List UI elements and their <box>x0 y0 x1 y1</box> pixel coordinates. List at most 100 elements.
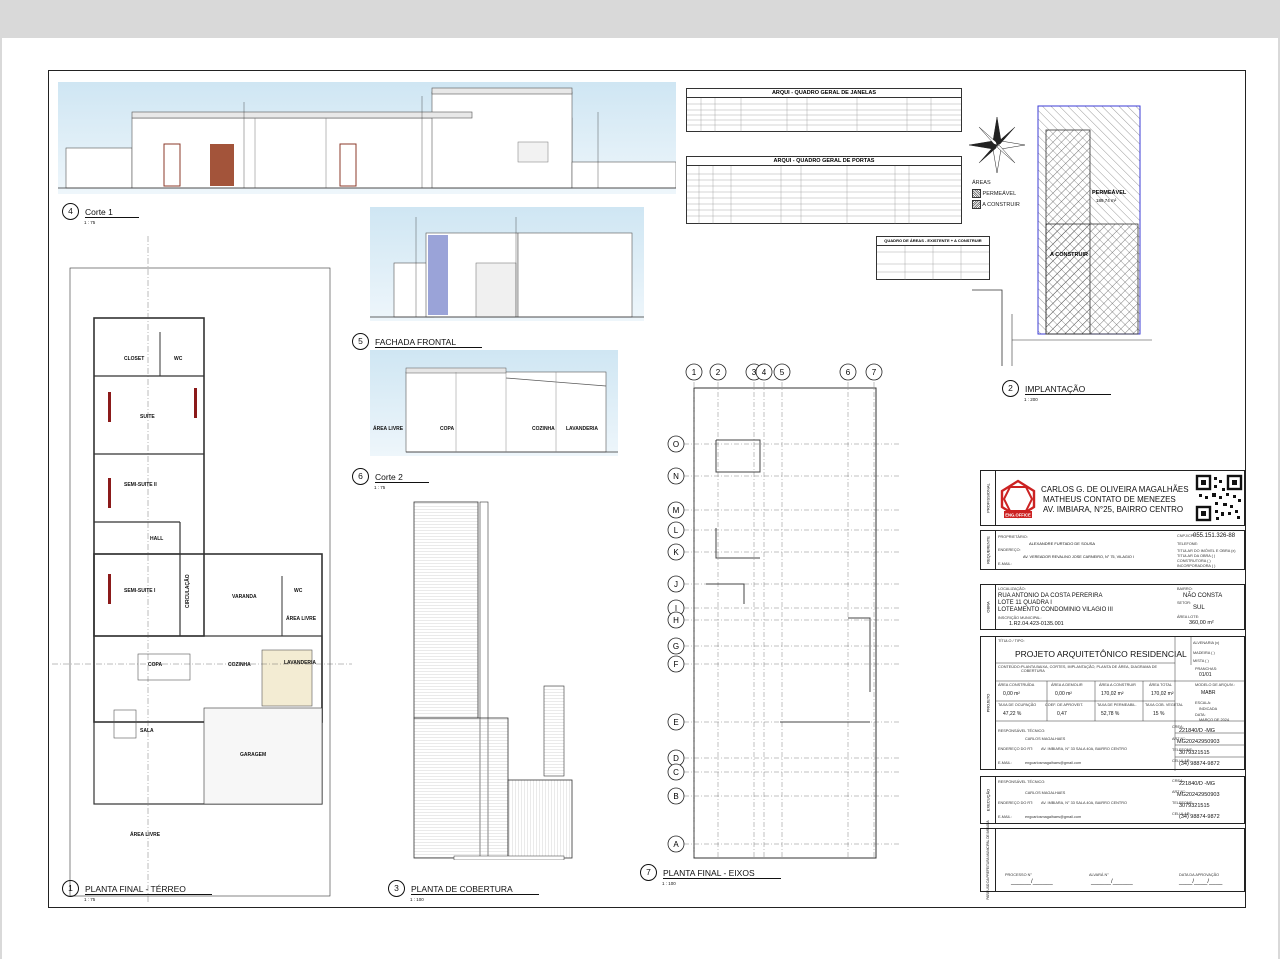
axis-row-label: C <box>673 768 679 777</box>
setor-label: SETOR: <box>1177 601 1192 605</box>
exec-endereco-value: AV. IMBIARA, N° 33 SALA 40A, BAIRRO CENT… <box>1041 801 1127 805</box>
corte-1-section <box>58 82 676 194</box>
exec-endereco-label: ENDEREÇO DO RT: <box>998 801 1033 805</box>
processo-blank: ______/______ <box>1011 879 1053 885</box>
planta-terreo-floorplan: CLOSET WC SUITE SEMI-SUITE II HALL SEMI-… <box>52 236 352 904</box>
axis-row-label: N <box>673 472 679 481</box>
axis-row-label: A <box>673 840 679 849</box>
exec-email-value: engcarlosmagalhaes@gmail.com <box>1025 815 1082 819</box>
axis-col-label: 2 <box>716 368 721 377</box>
titular-3: CONSTRUTORA ( ) <box>1177 559 1211 563</box>
endereco-label: ENDEREÇO: <box>998 548 1021 552</box>
axis-row-label: D <box>673 754 679 763</box>
view-name: PLANTA FINAL - EIXOS <box>663 867 781 879</box>
view-number: 2 <box>1002 380 1019 397</box>
localizacao-line-3: LOTEAMENTO CONDOMINIO VILAGIO III <box>998 607 1113 613</box>
localizacao-label: LOCALIZAÇÃO: <box>998 587 1026 591</box>
room-varanda: VARANDA <box>232 594 257 600</box>
eng-office-logo-icon: ENG.OFFICE <box>1000 479 1036 519</box>
view-scale: 1 : 100 <box>662 881 676 886</box>
alvara-blank: ______/______ <box>1091 879 1133 885</box>
implantacao-siteplan: PERMEÁVEL 189,74 m² A CONSTRUIR <box>972 105 1152 366</box>
view-scale: 1 : 75 <box>374 485 386 490</box>
room-closet: CLOSET <box>124 356 144 362</box>
axis-col-label: 1 <box>692 368 697 377</box>
view-title-eixos: 7 PLANTA FINAL - EIXOS 1 : 100 <box>640 864 781 886</box>
axis-row-label: J <box>674 580 678 589</box>
titular-4: INCORPORADORA ( ) <box>1177 564 1216 568</box>
axis-row-label: O <box>673 440 679 449</box>
bairro-value: NÃO CONSTA <box>1183 593 1223 599</box>
room-wc: WC <box>174 356 183 362</box>
corte2-label-cozinha: COZINHA <box>532 426 555 432</box>
view-title-corte-1: 4 Corte 1 1 : 75 <box>62 203 139 225</box>
view-title-cobertura: 3 PLANTA DE COBERTURA 1 : 100 <box>388 880 539 902</box>
axis-row-label: K <box>673 548 679 557</box>
axis-row-label: E <box>673 718 678 727</box>
room-lavanderia: LAVANDERIA <box>284 660 316 666</box>
view-scale: 1 : 75 <box>84 897 96 902</box>
cpf-value: 055.151.326-88 <box>1193 533 1236 539</box>
room-area-livre-2: ÁREA LIVRE <box>130 831 161 838</box>
view-scale: 1 : 200 <box>1024 397 1038 402</box>
telefone-label: TELEFONE: <box>1177 542 1199 546</box>
corte2-label-arealivre: ÁREA LIVRE <box>373 425 404 432</box>
axis-row-label: M <box>673 506 680 515</box>
area-lote-label: ÁREA LOTE: <box>1177 615 1200 619</box>
bairro-label: BAIRRO: <box>1177 587 1193 591</box>
view-name: PLANTA DE COBERTURA <box>411 883 539 895</box>
room-area-livre: ÁREA LIVRE <box>286 615 317 622</box>
proprietario-label: PROPRIETÁRIO: <box>998 535 1028 539</box>
axis-row-label: L <box>674 526 679 535</box>
logo-text: ENG.OFFICE <box>1005 513 1031 518</box>
room-semisuite-1: SEMI-SUITE I <box>124 588 156 594</box>
aprovacao-blank: ____/____/____ <box>1179 879 1223 885</box>
axis-row-label: F <box>674 660 679 669</box>
inscricao-value: 1.R2.04.423-0135.001 <box>1009 621 1064 627</box>
titular-1: TITULAR DO IMÓVEL E OBRA (x) <box>1177 549 1236 553</box>
side-label-execucao: EXECUÇÃO <box>985 788 991 812</box>
endereco-value: AV. VEREADOR REVALINO JOSE CARNEIRO, N° … <box>1023 555 1134 559</box>
exec-responsavel-value: CARLOS MAGALHAES <box>1025 791 1066 795</box>
company-line-2: MATHEUS CONTATO DE MENEZES <box>1043 495 1176 504</box>
titleblock-projeto: PROJETO TÍTULO / TIPO: PROJETO ARQUITETÔ… <box>980 636 1245 771</box>
axis-col-label: 5 <box>780 368 785 377</box>
exec-art-value: MG20242950903 <box>1177 792 1220 798</box>
room-semisuite-2: SEMI-SUITE II <box>124 482 157 488</box>
axis-col-label: 7 <box>872 368 877 377</box>
proprietario-value: ALEXANDRE FURTADO DE SOUSA <box>1029 541 1096 546</box>
titleblock-profissional: PROFISSIONAL ENG.OFFICE CARLOS G. DE OLI… <box>980 470 1245 526</box>
eixos-grid: 1 2 3 4 5 6 7ONMLKJIHGFEDCBA <box>667 363 900 858</box>
room-suite: SUITE <box>140 414 155 420</box>
email-label: E-MAIL: <box>998 562 1012 566</box>
corte2-label-copa: COPA <box>440 426 454 432</box>
side-label-projeto: PROJETO <box>985 693 991 713</box>
view-title-corte-2: 6 Corte 2 1 : 75 <box>352 468 429 490</box>
table-portas-grid <box>687 166 961 224</box>
room-sala: SALA <box>140 728 154 734</box>
localizacao-line-2: LOTE 11 QUADRA I <box>998 600 1052 606</box>
view-number: 3 <box>388 880 405 897</box>
titleblock-projeto-grid <box>995 637 1245 771</box>
table-portas-title: ARQUI - QUADRO GERAL DE PORTAS <box>687 157 961 166</box>
side-label-profissional: PROFISSIONAL <box>985 483 991 513</box>
table-portas: ARQUI - QUADRO GERAL DE PORTAS <box>686 156 962 224</box>
exec-responsavel-label: RESPONSÁVEL TÉCNICO: <box>998 780 1046 784</box>
side-label-obra: OBRA <box>985 601 991 613</box>
exec-cel-value: (34) 98874-9872 <box>1179 814 1220 820</box>
exec-tel-value: 3079321515 <box>1179 803 1210 809</box>
view-number: 7 <box>640 864 657 881</box>
view-name: Corte 2 <box>375 471 429 483</box>
exec-email-label: E-MAIL: <box>998 815 1012 819</box>
localizacao-line-1: RUA ANTONIO DA COSTA PERERIRA <box>998 593 1103 599</box>
area-lote-value: 360,00 m² <box>1189 620 1214 626</box>
corte2-label-lavanderia: LAVANDERIA <box>566 426 598 432</box>
fachada-frontal-elevation <box>370 207 644 321</box>
axis-row-label: H <box>673 616 679 625</box>
table-janelas-grid <box>687 98 961 132</box>
room-wc-2: WC <box>294 588 303 594</box>
view-name: FACHADA FRONTAL <box>375 336 483 348</box>
room-garagem: GARAGEM <box>240 752 266 758</box>
implantacao-label-permeavel: PERMEÁVEL <box>1092 189 1127 196</box>
view-name: PLANTA FINAL - TÉRREO <box>85 883 212 895</box>
